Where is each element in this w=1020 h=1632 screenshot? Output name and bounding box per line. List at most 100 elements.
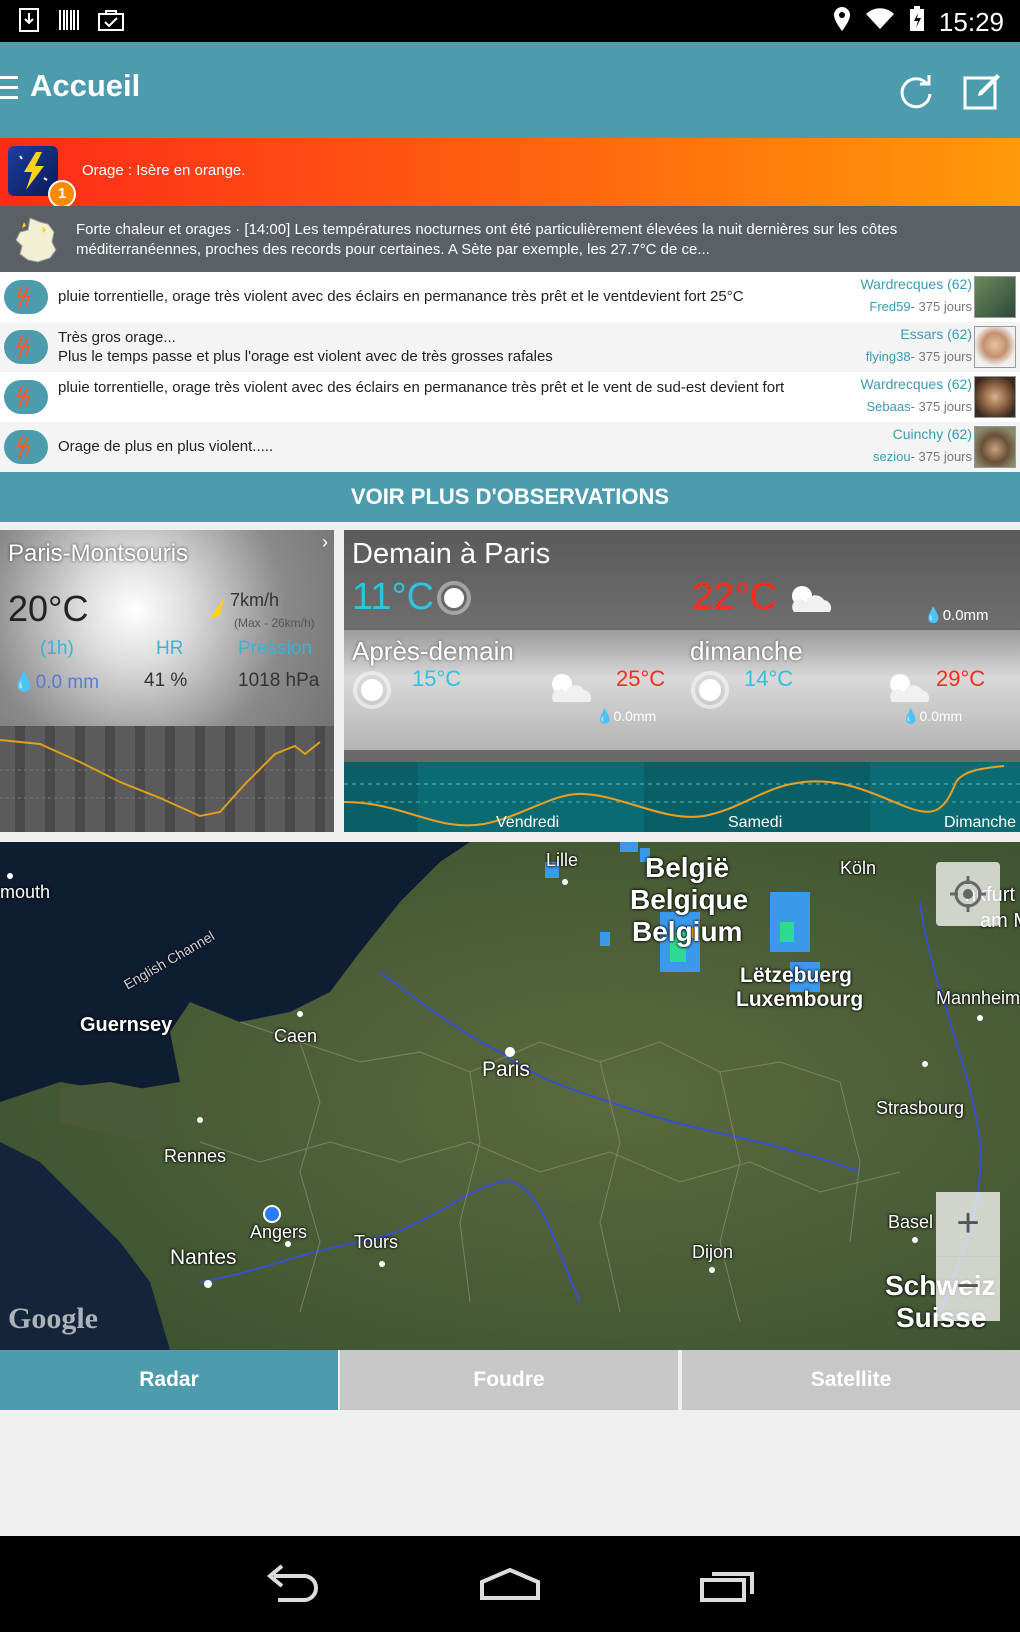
wind-speed: 7km/h: [230, 590, 280, 610]
day2-rain: 💧0.0mm: [596, 708, 656, 725]
observation-age: - 375 jours: [910, 349, 972, 364]
observation-age: - 375 jours: [910, 449, 972, 464]
rain-amount: 0.0 mm: [35, 672, 100, 693]
sun-cloud-icon: [544, 670, 594, 711]
station-temperature-chart: [0, 726, 334, 832]
home-icon[interactable]: [478, 1564, 542, 1609]
observation-location: Wardrecques (62): [860, 376, 972, 392]
observation-user: Sebaas- 375 jours: [866, 399, 972, 414]
google-logo: Google: [8, 1302, 98, 1335]
download-icon: [18, 8, 40, 32]
tomorrow-forecast[interactable]: Demain à Paris 11°C 22°C 💧0.0mm: [344, 530, 1020, 628]
wifi-icon: [865, 7, 895, 38]
crosshair-icon: [950, 876, 986, 912]
map-layer-tabs: Radar Foudre Satellite: [0, 1350, 1020, 1410]
tomorrow-max-temp: 22°C: [692, 576, 777, 618]
menu-icon[interactable]: [0, 76, 18, 102]
observation-text: Très gros orage... Plus le temps passe e…: [58, 329, 553, 365]
observation-user: Fred59- 375 jours: [869, 299, 972, 314]
day2-max-temp: 25°C: [616, 666, 666, 691]
sun-cloud-icon: [784, 582, 834, 621]
observation-location: Cuinchy (62): [892, 426, 972, 442]
tomorrow-rain-amount: 0.0mm: [942, 607, 989, 624]
map-label: Basel: [888, 1212, 934, 1232]
raindrop-icon: 💧: [12, 672, 36, 693]
observation-row[interactable]: Très gros orage... Plus le temps passe e…: [0, 322, 1020, 373]
day3-min-temp: 14°C: [744, 666, 794, 691]
observation-row[interactable]: pluie torrentielle, orage très violent a…: [0, 272, 1020, 323]
my-location-button[interactable]: [936, 862, 1000, 926]
action-bar: Accueil: [0, 42, 1020, 138]
lightning-icon: [4, 430, 48, 464]
tomorrow-title: Demain à Paris: [352, 538, 551, 570]
barcode-icon: [58, 8, 80, 32]
observation-location: Essars (62): [900, 326, 972, 342]
raindrop-icon: 💧: [902, 708, 920, 724]
news-banner[interactable]: Forte chaleur et orages · [14:00] Les te…: [0, 206, 1020, 272]
day3-max-temp: 29°C: [936, 666, 986, 691]
france-map-icon: [8, 214, 60, 266]
wind-direction-icon: [208, 596, 228, 625]
observation-row[interactable]: Orage de plus en plus violent..... Cuinc…: [0, 422, 1020, 473]
recents-icon[interactable]: [698, 1564, 760, 1609]
observation-username: flying38: [865, 349, 911, 364]
day3-rain-amount: 0.0mm: [919, 708, 963, 724]
day2-rain-amount: 0.0mm: [613, 708, 657, 724]
observation-age: - 375 jours: [910, 399, 972, 414]
map-label: België: [645, 852, 730, 883]
day2-forecast[interactable]: Après-demain 15°C 25°C 💧0.0mm: [344, 630, 682, 750]
day3-forecast[interactable]: dimanche 14°C 29°C 💧0.0mm: [682, 630, 1020, 750]
forecast-temperature-chart: Vendredi Samedi Dimanche: [344, 762, 1020, 832]
compose-icon[interactable]: [962, 70, 1004, 112]
lightning-icon: [4, 330, 48, 364]
day2-min-temp: 15°C: [412, 666, 462, 691]
observation-user: flying38- 375 jours: [866, 349, 972, 364]
navigation-bar: [0, 1536, 1020, 1632]
location-icon: [833, 6, 851, 39]
day3-rain: 💧0.0mm: [902, 708, 962, 725]
map-label: Angers: [250, 1222, 308, 1242]
tab-foudre[interactable]: Foudre: [340, 1350, 678, 1410]
map-label: Mannheim: [936, 988, 1020, 1008]
chevron-right-icon: ›: [322, 532, 328, 552]
sun-cloud-icon: [882, 670, 932, 711]
map-label: Belgium: [632, 916, 743, 947]
observation-username: Fred59: [869, 299, 911, 314]
map-label: Luxembourg: [736, 988, 864, 1011]
refresh-icon[interactable]: [896, 72, 936, 112]
chart-day-label: Dimanche: [944, 814, 1017, 831]
map-label: Strasbourg: [876, 1098, 965, 1118]
avatar: [974, 276, 1016, 318]
sun-icon: [690, 670, 730, 715]
tab-satellite[interactable]: Satellite: [682, 1350, 1020, 1410]
map-label: Lille: [546, 850, 579, 870]
tab-radar[interactable]: Radar: [0, 1350, 338, 1410]
map-label: Dijon: [692, 1242, 734, 1262]
map-label: Köln: [840, 858, 877, 878]
observation-username: seziou: [873, 449, 911, 464]
news-text: Forte chaleur et orages · [14:00] Les te…: [76, 221, 898, 258]
avatar: [974, 426, 1016, 468]
station-panel[interactable]: › Paris-Montsouris 20°C 7km/h (Max - 26k…: [0, 530, 334, 832]
alert-banner[interactable]: 1 Orage : Isère en orange.: [0, 138, 1020, 208]
zoom-out-button[interactable]: −: [936, 1257, 1000, 1321]
raindrop-icon: 💧: [924, 607, 943, 624]
briefcase-check-icon: [98, 8, 124, 32]
raindrop-icon: 💧: [596, 708, 614, 724]
humidity-label: HR: [156, 638, 184, 659]
observation-row[interactable]: pluie torrentielle, orage très violent a…: [0, 372, 1020, 423]
radar-map[interactable]: mouth Lille België Belgique Belgium Köln…: [0, 842, 1020, 1350]
forecast-panel[interactable]: Demain à Paris 11°C 22°C 💧0.0mm Après-de…: [344, 530, 1020, 832]
alert-text: Orage : Isère en orange.: [82, 162, 246, 179]
map-label: Caen: [274, 1026, 318, 1046]
sun-icon: [352, 670, 392, 715]
observation-username: Sebaas: [866, 399, 911, 414]
observation-user: seziou- 375 jours: [873, 449, 972, 464]
rain-value: 💧0.0 mm: [12, 670, 99, 694]
page-title[interactable]: Accueil: [30, 68, 140, 104]
back-icon[interactable]: [262, 1564, 324, 1609]
day2-title: Après-demain: [352, 636, 514, 666]
more-observations-button[interactable]: VOIR PLUS D'OBSERVATIONS: [0, 472, 1020, 522]
observation-text: pluie torrentielle, orage très violent a…: [58, 379, 785, 396]
zoom-in-button[interactable]: +: [936, 1192, 1000, 1257]
